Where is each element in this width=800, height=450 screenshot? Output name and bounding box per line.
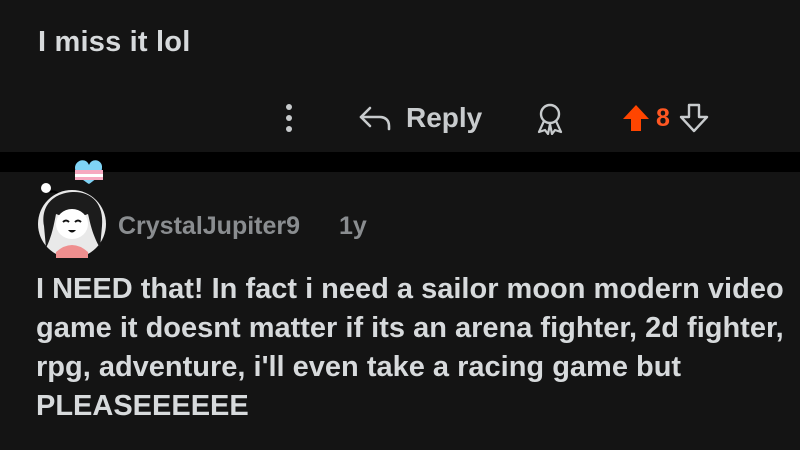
award-icon	[537, 103, 563, 135]
vertical-ellipsis-icon	[286, 104, 292, 132]
comment-body: I NEED that! In fact i need a sailor moo…	[36, 273, 784, 422]
upvote-button[interactable]	[618, 100, 654, 136]
heart-flair-icon	[75, 160, 103, 184]
comment-thread: I miss it lol Reply 8 CrystalJupiter9 1y…	[0, 0, 800, 450]
previous-comment-text: I miss it lol	[38, 26, 191, 58]
downvote-button[interactable]	[676, 100, 712, 136]
downvote-arrow-icon	[679, 103, 709, 133]
reply-label: Reply	[406, 102, 483, 133]
user-avatar[interactable]	[30, 152, 120, 262]
award-button[interactable]	[532, 100, 568, 136]
reply-button[interactable]: Reply	[358, 99, 482, 137]
comment-action-bar: Reply 8	[0, 95, 800, 141]
vote-controls: 8	[618, 99, 712, 137]
reply-arrow-icon	[359, 106, 391, 131]
comment-age: 1y	[339, 212, 367, 240]
comment-username[interactable]: CrystalJupiter9	[118, 212, 300, 241]
vote-score: 8	[656, 103, 670, 132]
upvote-arrow-icon	[623, 105, 649, 131]
comment-divider	[0, 152, 800, 172]
more-options-button[interactable]	[276, 101, 302, 135]
